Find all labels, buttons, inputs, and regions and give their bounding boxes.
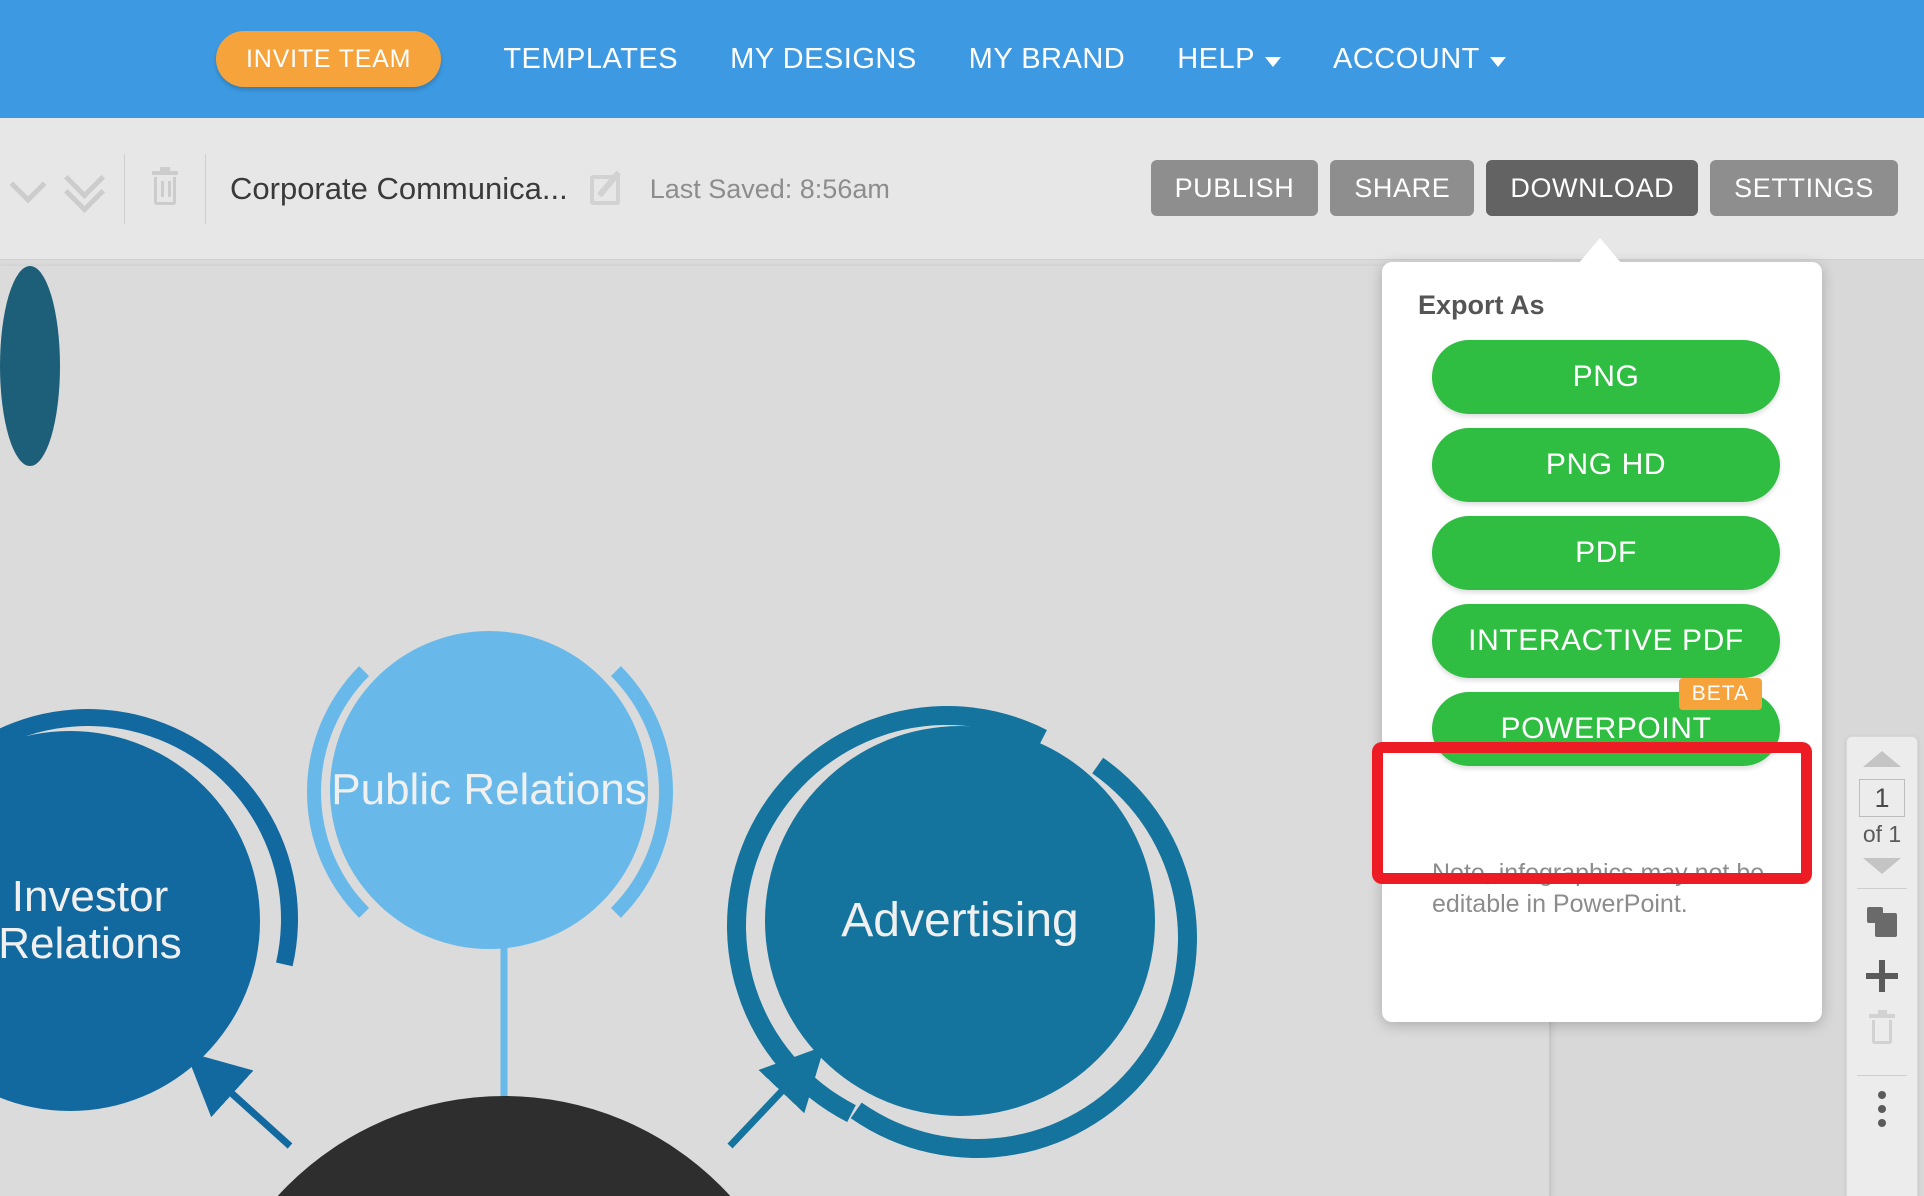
- collapse-all-chevrons-button[interactable]: [56, 161, 112, 217]
- delete-page-rail-button[interactable]: [1859, 1007, 1905, 1053]
- download-button[interactable]: DOWNLOAD: [1486, 160, 1699, 216]
- rail-divider: [1857, 888, 1907, 889]
- export-powerpoint-note: Note, infographics may not be editable i…: [1432, 859, 1765, 918]
- page-number-input[interactable]: 1: [1859, 779, 1905, 817]
- node-investor-relations-label: Investor Relations: [0, 872, 182, 968]
- page-total-label: of 1: [1862, 821, 1902, 847]
- toolbar-divider: [205, 154, 206, 224]
- node-public-relations[interactable]: Public Relations: [330, 631, 648, 949]
- toolbar-left-group: Corporate Communica... Last Saved: 8:56a…: [0, 118, 890, 260]
- previous-page-button[interactable]: [1863, 751, 1901, 767]
- export-option-row-png-hd: PNG HD: [1432, 428, 1782, 502]
- nav-links: TEMPLATES MY DESIGNS MY BRAND HELP ACCOU…: [503, 43, 1506, 76]
- add-page-button[interactable]: [1859, 953, 1905, 999]
- collapse-chevron-button[interactable]: [0, 161, 56, 217]
- export-option-row-powerpoint: BETA POWERPOINT: [1432, 678, 1782, 766]
- export-png-hd-button[interactable]: PNG HD: [1432, 428, 1780, 502]
- rail-divider: [1857, 1075, 1907, 1076]
- document-title: Corporate Communica...: [230, 171, 568, 206]
- node-advertising[interactable]: Advertising: [765, 726, 1155, 1116]
- kebab-menu-icon: [1878, 1091, 1886, 1127]
- nav-item-templates-label: TEMPLATES: [503, 42, 679, 75]
- toolbar-actions: PUBLISH SHARE DOWNLOAD SETTINGS: [1150, 160, 1898, 216]
- nav-item-help[interactable]: HELP: [1177, 43, 1281, 76]
- nav-item-my-brand[interactable]: MY BRAND: [969, 43, 1126, 76]
- page-navigation-rail: 1 of 1: [1846, 736, 1918, 1196]
- export-panel-arrow: [1578, 238, 1622, 264]
- duplicate-page-button[interactable]: [1859, 899, 1905, 945]
- export-option-row-interactive-pdf: INTERACTIVE PDF: [1432, 604, 1782, 678]
- edit-title-icon[interactable]: [589, 170, 626, 207]
- chevron-down-icon: [1264, 57, 1281, 67]
- nav-item-my-designs[interactable]: MY DESIGNS: [730, 43, 917, 76]
- next-page-button[interactable]: [1863, 858, 1901, 874]
- export-option-row-png: PNG: [1432, 340, 1782, 414]
- beta-badge: BETA: [1678, 678, 1762, 710]
- node-advertising-label: Advertising: [841, 893, 1079, 947]
- toolbar-divider: [124, 154, 125, 224]
- design-page-sheet[interactable]: Investor Relations Public Relations Adve…: [0, 266, 1551, 1196]
- export-interactive-pdf-button[interactable]: INTERACTIVE PDF: [1432, 604, 1780, 678]
- settings-button[interactable]: SETTINGS: [1710, 160, 1898, 216]
- nav-item-my-designs-label: MY DESIGNS: [730, 42, 917, 75]
- trash-icon: [1869, 1010, 1895, 1046]
- share-button[interactable]: SHARE: [1330, 160, 1475, 216]
- last-saved-status: Last Saved: 8:56am: [649, 173, 890, 204]
- node-public-relations-label: Public Relations: [331, 764, 647, 814]
- nav-item-my-brand-label: MY BRAND: [968, 42, 1126, 75]
- trash-icon: [150, 167, 180, 207]
- more-options-button[interactable]: [1859, 1086, 1905, 1132]
- nav-item-account[interactable]: ACCOUNT: [1333, 43, 1506, 76]
- app-root: INVITE TEAM TEMPLATES MY DESIGNS MY BRAN…: [0, 0, 1924, 1196]
- export-dropdown-panel: Export As PNG PNG HD PDF INTERACTIVE PDF…: [1382, 262, 1822, 1022]
- chevron-down-icon: [1489, 57, 1506, 67]
- publish-button[interactable]: PUBLISH: [1150, 160, 1319, 216]
- plus-icon: [1866, 960, 1898, 992]
- delete-page-button[interactable]: [137, 161, 193, 217]
- export-png-button[interactable]: PNG: [1432, 340, 1780, 414]
- invite-team-button[interactable]: INVITE TEAM: [216, 31, 442, 87]
- nav-item-templates[interactable]: TEMPLATES: [503, 43, 678, 76]
- duplicate-icon: [1867, 907, 1897, 937]
- editor-toolbar: Corporate Communica... Last Saved: 8:56a…: [0, 118, 1924, 260]
- nav-item-help-label: HELP: [1177, 42, 1255, 75]
- top-navigation-bar: INVITE TEAM TEMPLATES MY DESIGNS MY BRAN…: [0, 0, 1924, 118]
- nav-item-account-label: ACCOUNT: [1332, 42, 1480, 75]
- chevron-down-icon: [9, 166, 47, 204]
- export-option-row-pdf: PDF: [1432, 516, 1782, 590]
- chevron-double-down-icon: [69, 170, 99, 208]
- export-panel-title: Export As: [1418, 290, 1545, 320]
- export-options-list: PNG PNG HD PDF INTERACTIVE PDF BETA POWE…: [1432, 340, 1782, 780]
- export-pdf-button[interactable]: PDF: [1432, 516, 1780, 590]
